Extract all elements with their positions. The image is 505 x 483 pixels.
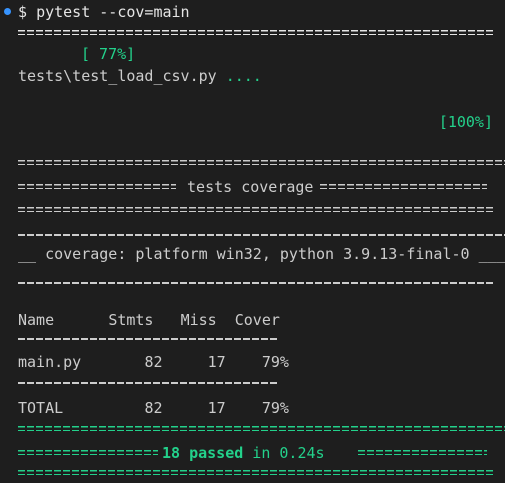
test-file-line: tests\test_load_csv.py .... <box>18 66 262 86</box>
prompt-status-icon <box>4 8 11 15</box>
total-name: TOTAL <box>18 399 64 417</box>
header-miss: Miss <box>180 311 217 329</box>
summary-right-rule <box>358 450 487 455</box>
summary-duration: in 0.24s <box>243 444 334 462</box>
command-line: $ pytest --cov=main <box>18 2 190 22</box>
summary-separator-top <box>18 426 505 431</box>
coverage-header-right-rule <box>320 184 487 189</box>
header-stmts: Stmts <box>108 311 154 329</box>
summary-passed: 18 passed <box>162 444 244 462</box>
prompt-symbol: $ <box>18 3 28 21</box>
row-stmts: 82 <box>144 353 163 371</box>
total-miss: 17 <box>207 399 226 417</box>
separator-mid <box>18 207 495 212</box>
header-cover: Cover <box>234 311 280 329</box>
progress-percent-end: [100%] <box>438 113 493 131</box>
total-cover: 79% <box>261 399 289 417</box>
row-miss: 17 <box>207 353 226 371</box>
test-dots: .... <box>225 67 262 85</box>
header-name: Name <box>18 311 55 329</box>
session-separator <box>18 30 495 35</box>
summary-separator-bottom <box>18 470 495 475</box>
total-stmts: 82 <box>144 399 163 417</box>
separator-top <box>18 160 505 165</box>
coverage-dash-top <box>18 234 505 236</box>
coverage-section-title: tests coverage <box>178 178 323 196</box>
coverage-table-header: Name Stmts Miss Cover <box>18 310 280 330</box>
table-row: main.py 82 17 79% <box>18 352 289 372</box>
row-cover: 79% <box>261 353 289 371</box>
table-dash-1 <box>18 338 278 340</box>
coverage-platform-line: __ coverage: platform win32, python 3.9.… <box>18 245 505 263</box>
summary-left-rule <box>18 450 158 455</box>
table-total-row: TOTAL 82 17 79% <box>18 398 289 418</box>
table-dash-2 <box>18 382 278 384</box>
command-text: pytest --cov=main <box>36 3 190 21</box>
coverage-dash-bottom <box>18 282 495 284</box>
summary-line: 18 passed in 0.24s <box>162 443 334 463</box>
test-file-name: tests\test_load_csv.py <box>18 67 217 85</box>
coverage-header-left-rule <box>18 184 176 189</box>
terminal-output: $ pytest --cov=main [ 77%] tests\test_lo… <box>0 0 505 483</box>
progress-percent-mid: [ 77%] <box>81 45 136 63</box>
coverage-platform-text: coverage: platform win32, python 3.9.13-… <box>36 245 479 263</box>
row-name: main.py <box>18 353 82 371</box>
